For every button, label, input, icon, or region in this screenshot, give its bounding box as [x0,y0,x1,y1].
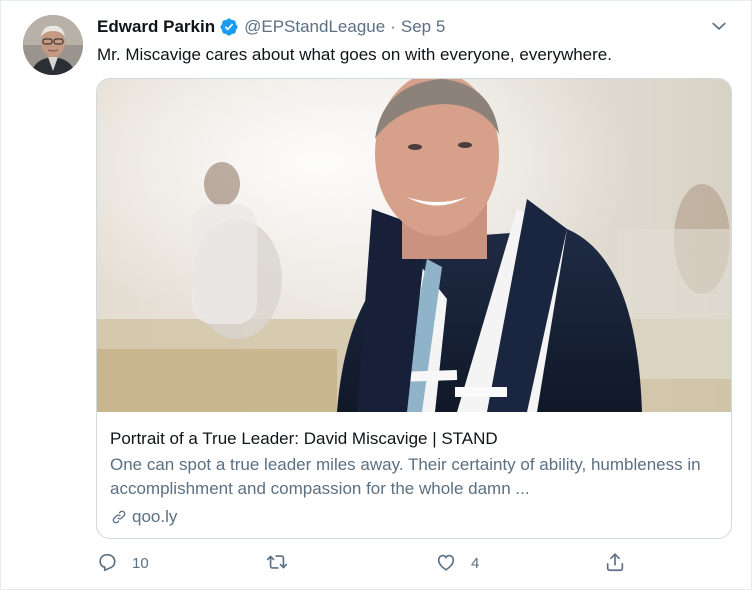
reply-button[interactable]: 10 [96,551,149,573]
card-domain-text: qoo.ly [132,507,178,526]
card-body: Portrait of a True Leader: David Miscavi… [110,428,719,527]
link-card[interactable]: Portrait of a True Leader: David Miscavi… [96,78,732,539]
reply-icon [99,554,116,572]
tweet[interactable]: Edward Parkin @EPStandLeague · Sep 5 Mr.… [0,0,752,590]
share-button[interactable] [604,551,626,573]
reply-count: 10 [132,554,149,572]
like-button[interactable]: 4 [435,551,479,573]
card-description: One can spot a true leader miles away. T… [110,455,701,498]
separator-dot: · [390,17,396,36]
chevron-down-icon[interactable] [709,16,729,36]
heart-icon [437,554,455,571]
card-domain[interactable]: qoo.ly [110,507,719,527]
author-name[interactable]: Edward Parkin [97,17,215,37]
retweet-button[interactable] [266,551,302,573]
author-handle[interactable]: @EPStandLeague [244,17,385,37]
tweet-text: Mr. Miscavige cares about what goes on w… [97,45,612,64]
tweet-date[interactable]: Sep 5 [401,17,445,37]
tweet-actions: 10 4 [96,551,636,579]
share-icon [606,553,624,572]
card-image[interactable] [97,79,731,412]
tweet-header: Edward Parkin @EPStandLeague · Sep 5 [97,15,729,39]
verified-badge-icon [220,18,238,36]
card-title[interactable]: Portrait of a True Leader: David Miscavi… [110,428,719,450]
like-count: 4 [471,554,480,572]
retweet-icon [266,555,288,569]
link-icon [112,510,126,524]
avatar[interactable] [23,15,83,75]
